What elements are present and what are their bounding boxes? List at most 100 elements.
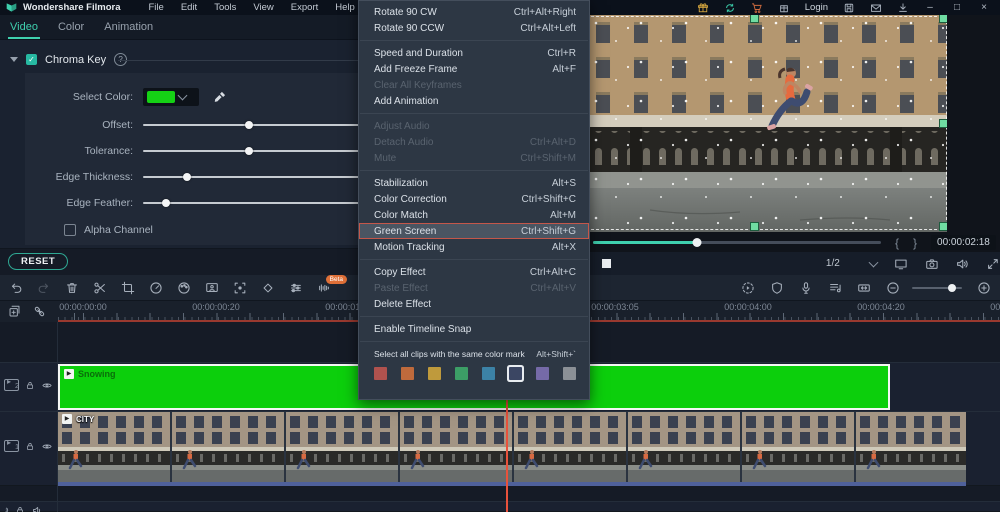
preview-page-indicator[interactable]: 1/2: [826, 258, 840, 269]
context-menu-item[interactable]: Color Match Alt+M: [359, 207, 589, 223]
eye-icon[interactable]: [41, 441, 53, 452]
mark-in-icon[interactable]: {: [895, 236, 899, 250]
preview-video-frame[interactable]: [590, 15, 947, 232]
eyedropper-icon[interactable]: [213, 90, 227, 104]
minimize-button[interactable]: –: [924, 2, 936, 13]
promo-icon[interactable]: [697, 2, 709, 14]
context-menu-item[interactable]: Rotate 90 CCW Ctrl+Alt+Left: [359, 20, 589, 36]
slider-handle[interactable]: [162, 199, 170, 207]
color-mark-swatch[interactable]: [482, 367, 495, 380]
seek-bar[interactable]: [593, 241, 881, 244]
transform-handle[interactable]: [939, 222, 947, 231]
context-menu-item[interactable]: Adjust Audio: [359, 118, 589, 134]
save-icon[interactable]: [843, 2, 855, 14]
menubar-item[interactable]: Help: [335, 2, 355, 13]
mode-tab[interactable]: Animation: [102, 17, 155, 37]
download-icon[interactable]: [897, 2, 909, 14]
context-menu-item[interactable]: Mute Ctrl+Shift+M: [359, 150, 589, 166]
color-mark-swatch[interactable]: [509, 367, 522, 380]
color-mark-swatch[interactable]: [428, 367, 441, 380]
menubar-item[interactable]: Export: [291, 2, 318, 13]
keyframe-button[interactable]: [261, 281, 275, 295]
context-menu-item[interactable]: Speed and Duration Ctrl+R: [359, 45, 589, 61]
context-menu-item[interactable]: Color Correction Ctrl+Shift+C: [359, 191, 589, 207]
speaker-icon[interactable]: [31, 505, 43, 512]
seek-handle[interactable]: [692, 238, 701, 247]
render-preview-button[interactable]: [741, 281, 755, 295]
context-menu-item[interactable]: Paste Effect Ctrl+Alt+V: [359, 280, 589, 296]
color-mark-swatch[interactable]: [374, 367, 387, 380]
lock-icon[interactable]: [25, 441, 35, 452]
transform-handle[interactable]: [939, 119, 947, 128]
record-voiceover-button[interactable]: [799, 281, 813, 295]
context-menu-item[interactable]: Stabilization Alt+S: [359, 175, 589, 191]
zoom-slider-handle[interactable]: [948, 284, 956, 292]
menubar-item[interactable]: File: [149, 2, 164, 13]
transform-handle[interactable]: [750, 222, 759, 231]
delete-button[interactable]: [65, 281, 79, 295]
sync-icon[interactable]: [724, 2, 736, 14]
track-manager-icon[interactable]: [8, 305, 21, 318]
audio-mixer-button[interactable]: [289, 281, 303, 295]
lock-icon[interactable]: [15, 505, 25, 512]
context-menu-item[interactable]: Copy Effect Ctrl+Alt+C: [359, 264, 589, 280]
zoom-in-button[interactable]: [977, 281, 991, 295]
context-menu-item[interactable]: Select all clips with the same color mar…: [359, 346, 589, 362]
context-menu-item[interactable]: Enable Timeline Snap: [359, 321, 589, 337]
lock-icon[interactable]: [25, 380, 35, 391]
crop-button[interactable]: [121, 281, 135, 295]
maximize-button[interactable]: □: [951, 2, 963, 13]
chevron-down-icon[interactable]: [868, 258, 878, 268]
close-button[interactable]: ×: [978, 2, 990, 13]
stop-button[interactable]: [602, 259, 611, 268]
cart-icon[interactable]: [751, 2, 763, 14]
menubar-item[interactable]: Edit: [181, 2, 197, 13]
audio-stretch-button[interactable]: Beta: [317, 281, 331, 295]
context-menu-item[interactable]: Add Animation: [359, 93, 589, 109]
context-menu-item[interactable]: Rotate 90 CW Ctrl+Alt+Right: [359, 4, 589, 20]
mail-icon[interactable]: [870, 2, 882, 14]
audio-sync-button[interactable]: [828, 281, 842, 295]
alpha-channel-checkbox[interactable]: [64, 224, 76, 236]
context-menu-item[interactable]: Add Freeze Frame Alt+F: [359, 61, 589, 77]
zoom-out-button[interactable]: [886, 281, 900, 295]
gift-icon[interactable]: [778, 2, 790, 14]
menubar-item[interactable]: View: [253, 2, 273, 13]
login-button[interactable]: Login: [805, 2, 828, 13]
collapse-caret-icon[interactable]: [10, 57, 18, 62]
chroma-key-button[interactable]: [205, 281, 219, 295]
transform-handle[interactable]: [750, 15, 759, 23]
color-picker-dropdown[interactable]: [143, 88, 199, 106]
context-menu-item[interactable]: Motion Tracking Alt+X: [359, 239, 589, 255]
eye-icon[interactable]: [41, 380, 53, 391]
shield-button[interactable]: [770, 281, 784, 295]
context-menu-item[interactable]: Delete Effect: [359, 296, 589, 312]
color-mark-swatch[interactable]: [401, 367, 414, 380]
link-clips-icon[interactable]: [33, 305, 46, 318]
fullscreen-icon[interactable]: [986, 257, 1000, 271]
volume-icon[interactable]: [955, 257, 969, 271]
fit-display-icon[interactable]: [894, 257, 908, 271]
undo-button[interactable]: [9, 281, 23, 295]
mode-tab[interactable]: Color: [56, 17, 86, 37]
slider-handle[interactable]: [245, 147, 253, 155]
split-button[interactable]: [93, 281, 107, 295]
mode-tab[interactable]: Video: [8, 17, 40, 37]
context-menu-item[interactable]: Clear All Keyframes: [359, 77, 589, 93]
color-mark-swatch[interactable]: [455, 367, 468, 380]
redo-button[interactable]: [37, 281, 51, 295]
color-button[interactable]: [177, 281, 191, 295]
context-menu-item[interactable]: Detach Audio Ctrl+Alt+D: [359, 134, 589, 150]
city-video-clip[interactable]: CITY: [58, 412, 966, 486]
context-menu-item[interactable]: Green Screen Ctrl+Shift+G: [359, 223, 589, 239]
slider-handle[interactable]: [245, 121, 253, 129]
slider-handle[interactable]: [183, 173, 191, 181]
audio-track-lane[interactable]: [0, 501, 1000, 512]
color-mark-swatch[interactable]: [563, 367, 576, 380]
mark-out-icon[interactable]: }: [913, 236, 917, 250]
track-size-button[interactable]: [857, 281, 871, 295]
speed-button[interactable]: [149, 281, 163, 295]
chroma-key-checkbox[interactable]: [26, 54, 37, 65]
timeline-zoom-slider[interactable]: [912, 287, 962, 289]
color-mark-swatch[interactable]: [536, 367, 549, 380]
